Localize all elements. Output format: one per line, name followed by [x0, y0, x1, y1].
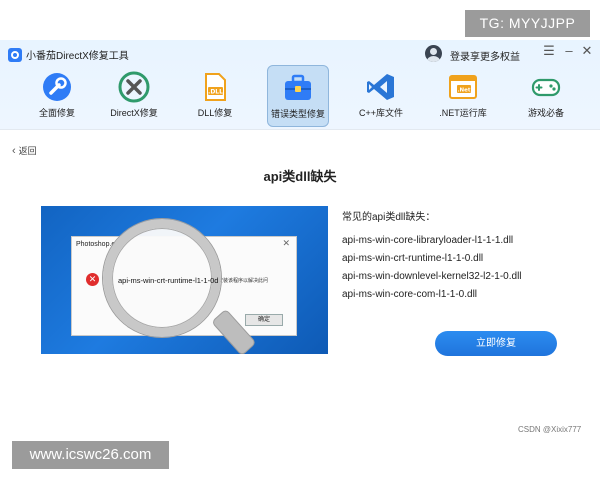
page-title: api类dll缺失 — [263, 169, 337, 184]
nav-label: DLL修复 — [197, 108, 233, 118]
dialog-message: 安装该程序以解决此问 — [218, 278, 269, 284]
login-link[interactable]: 登录享更多权益 — [450, 48, 520, 63]
dialog-ok-button: 确定 — [245, 314, 283, 326]
app-window: 小番茄DirectX修复工具 登录享更多权益 ☰ – ✕ 全面修复 Direct… — [0, 40, 600, 441]
minimize-icon[interactable]: – — [562, 44, 576, 58]
directx-icon — [118, 71, 150, 103]
app-logo-icon — [8, 48, 22, 62]
nav-item-error-type-repair[interactable]: 错误类型修复 — [267, 65, 329, 127]
wrench-icon — [43, 73, 71, 101]
dll-list-heading: 常见的api类dll缺失： — [342, 212, 436, 223]
magnifier-glass-icon: api-ms-win-crt-runtime-l1-1-0d — [103, 219, 221, 337]
back-link[interactable]: ‹ 返回 — [12, 144, 37, 157]
user-avatar-icon[interactable] — [425, 45, 442, 62]
list-item: api-ms-win-downlevel-kernel32-l2-1-0.dll — [342, 271, 522, 282]
dialog-title: Photoshop.e — [76, 241, 116, 248]
nav-label: DirectX修复 — [110, 108, 158, 118]
toolbox-icon — [285, 74, 311, 100]
watermark-bottom: www.icswc26.com — [12, 441, 169, 469]
app-title: 小番茄DirectX修复工具 — [26, 51, 129, 62]
nav-label: C++库文件 — [358, 108, 403, 118]
example-error-image: Photoshop.e ✕ ✕ 安装该程序以解决此问 确定 api-ms-win… — [41, 206, 328, 354]
nav-item-dll-repair[interactable]: .DLL DLL修复 — [184, 65, 246, 127]
chevron-left-icon: ‹ — [12, 145, 16, 157]
svg-text:.DLL: .DLL — [208, 89, 223, 96]
nav-item-cpp-library[interactable]: C++库文件 — [350, 65, 412, 127]
list-item: api-ms-win-core-libraryloader-l1-1-1.dll — [342, 235, 514, 246]
menu-icon[interactable]: ☰ — [542, 44, 556, 58]
title-bar: 小番茄DirectX修复工具 登录享更多权益 ☰ – ✕ 全面修复 Direct… — [0, 40, 600, 130]
dll-list: 常见的api类dll缺失： api-ms-win-core-libraryloa… — [342, 208, 592, 304]
main-nav: 全面修复 DirectX修复 .DLL DLL修复 错误类型修复 C++库文件 … — [0, 63, 600, 128]
repair-now-button[interactable]: 立即修复 — [435, 331, 557, 356]
close-icon[interactable]: ✕ — [580, 44, 594, 58]
nav-item-dotnet-runtime[interactable]: .Net .NET运行库 — [432, 65, 494, 127]
nav-label: .NET运行库 — [439, 108, 487, 118]
magnified-text: api-ms-win-crt-runtime-l1-1-0d — [118, 276, 219, 285]
watermark-top: TG: MYYJJPP — [465, 10, 590, 37]
list-item: api-ms-win-core-com-l1-1-0.dll — [342, 289, 478, 300]
svg-text:.Net: .Net — [457, 88, 470, 94]
nav-label: 游戏必备 — [527, 108, 564, 118]
nav-item-directx-repair[interactable]: DirectX修复 — [103, 65, 165, 127]
dotnet-window-icon: .Net — [449, 75, 477, 99]
error-icon: ✕ — [86, 273, 99, 286]
list-item: api-ms-win-crt-runtime-l1-1-0.dll — [342, 253, 484, 264]
gamepad-icon — [531, 78, 561, 97]
nav-label: 错误类型修复 — [270, 109, 325, 119]
dll-file-icon: .DLL — [205, 73, 226, 101]
nav-label: 全面修复 — [38, 108, 75, 118]
nav-item-full-repair[interactable]: 全面修复 — [26, 65, 88, 127]
dialog-close-icon: ✕ — [282, 238, 290, 248]
credit-text: CSDN @Xixix777 — [518, 425, 582, 434]
nav-item-game-essentials[interactable]: 游戏必备 — [515, 65, 577, 127]
visual-studio-icon — [367, 74, 394, 100]
back-label: 返回 — [18, 146, 37, 156]
